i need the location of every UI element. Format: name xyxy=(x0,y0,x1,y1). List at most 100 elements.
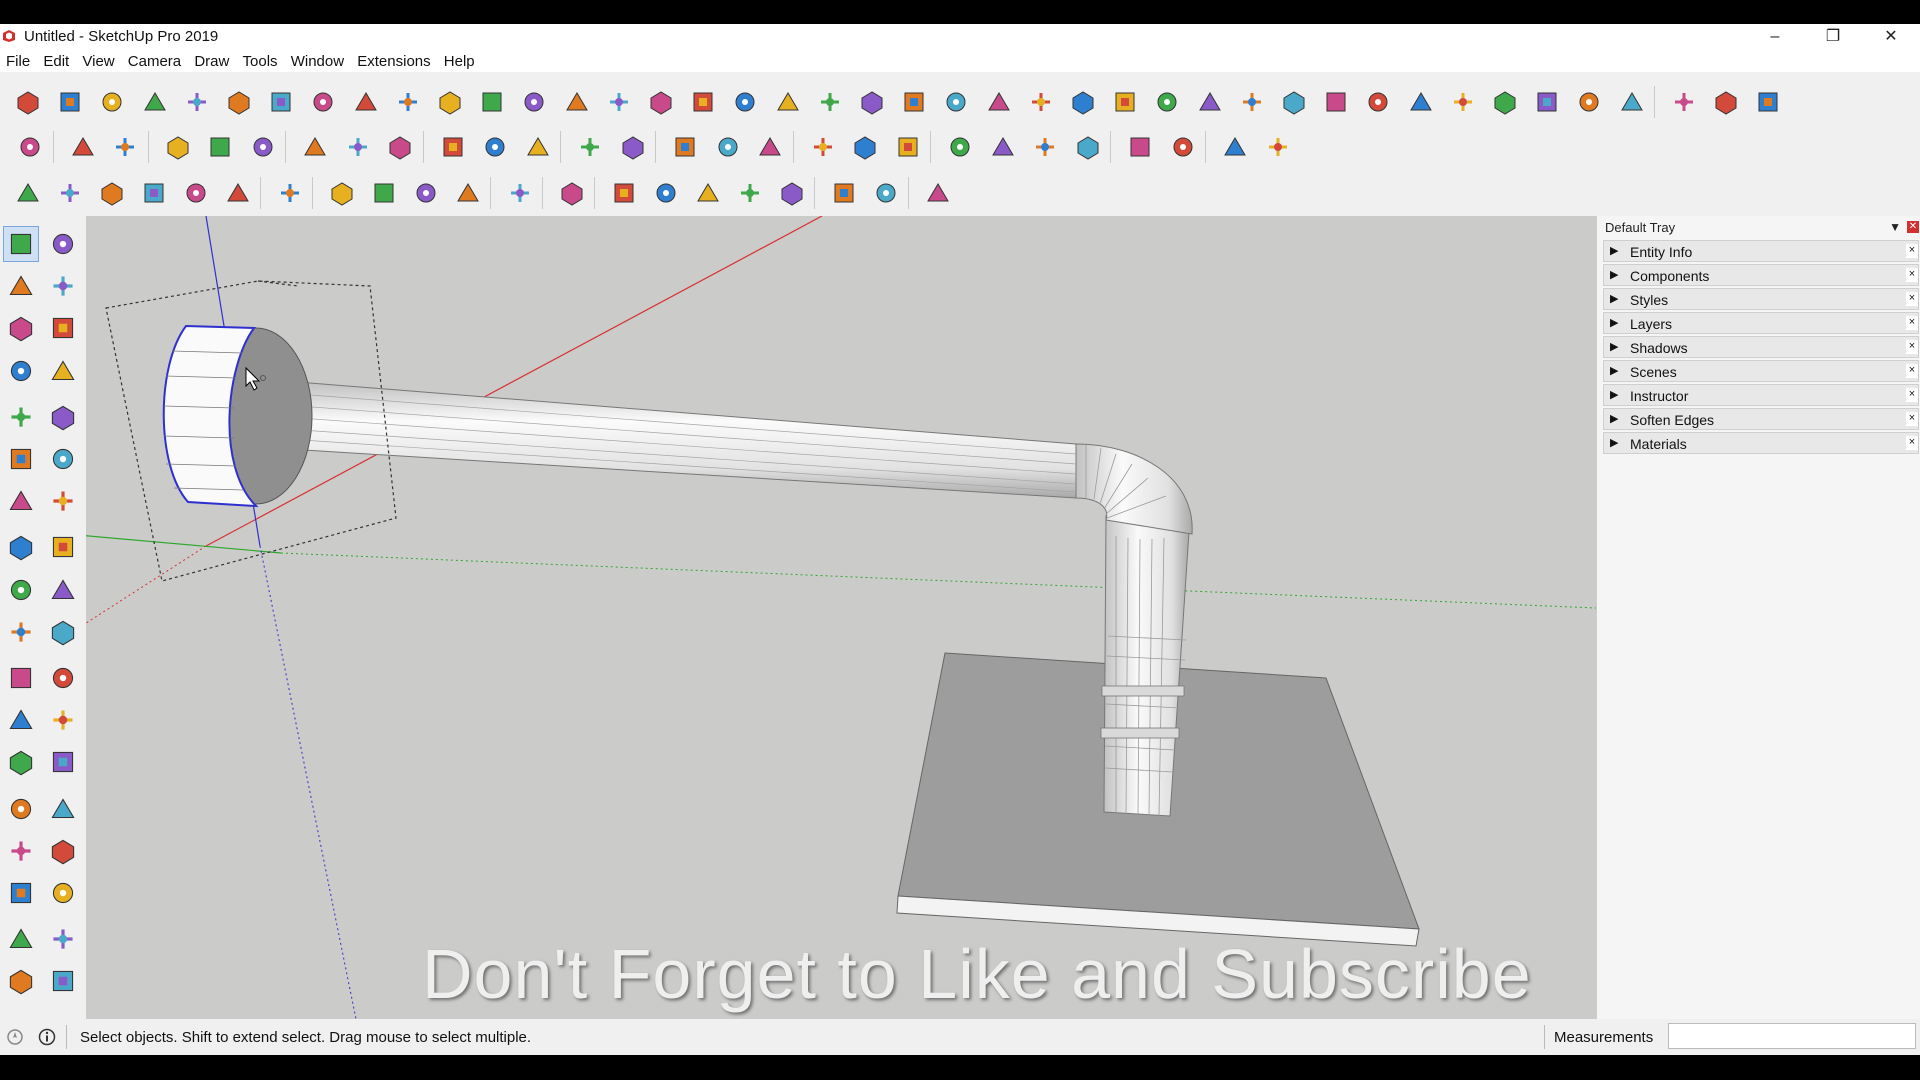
two-point-arc-button[interactable] xyxy=(46,442,80,476)
toolbar2-button-20[interactable] xyxy=(944,131,976,163)
toolbar1-button-12[interactable] xyxy=(518,86,550,118)
toolbar1-button-3[interactable] xyxy=(139,86,171,118)
toolbar3-button-14[interactable] xyxy=(650,177,682,209)
toolbar3-button-5[interactable] xyxy=(222,177,254,209)
toolbar3-button-1[interactable] xyxy=(54,177,86,209)
menu-window[interactable]: Window xyxy=(291,50,344,70)
toolbar3-button-16[interactable] xyxy=(734,177,766,209)
toolbar3-button-10[interactable] xyxy=(452,177,484,209)
panel-close-icon[interactable]: × xyxy=(1906,268,1918,282)
toolbar3-button-11[interactable] xyxy=(504,177,536,209)
tray-panel-shadows[interactable]: ▶ Shadows × xyxy=(1603,336,1919,358)
toolbar2-button-27[interactable] xyxy=(1262,131,1294,163)
menu-help[interactable]: Help xyxy=(444,50,475,70)
modeling-viewport[interactable]: Don't Forget to Like and Subscribe xyxy=(86,216,1596,1019)
position-camera-button[interactable] xyxy=(4,922,38,956)
toolbar2-button-4[interactable] xyxy=(204,131,236,163)
expand-arrow-icon[interactable]: ▶ xyxy=(1610,436,1618,449)
toolbar1-button-32[interactable] xyxy=(1362,86,1394,118)
toolbar3-button-6[interactable] xyxy=(274,177,306,209)
freehand-tool-button[interactable] xyxy=(46,311,80,345)
wall-flange-cylinder[interactable] xyxy=(162,324,313,508)
eraser-button[interactable] xyxy=(46,269,80,303)
protractor-button[interactable] xyxy=(4,703,38,737)
component-tool-button[interactable] xyxy=(46,227,80,261)
3d-text-button[interactable] xyxy=(46,745,80,779)
menu-camera[interactable]: Camera xyxy=(128,50,181,70)
rotated-rectangle-button[interactable] xyxy=(46,354,80,388)
panel-close-icon[interactable]: × xyxy=(1906,244,1918,258)
pan-tool-button[interactable] xyxy=(46,792,80,826)
push-pull-button[interactable] xyxy=(46,530,80,564)
toolbar2-button-10[interactable] xyxy=(479,131,511,163)
text-tool-button[interactable] xyxy=(46,703,80,737)
toolbar2-button-17[interactable] xyxy=(807,131,839,163)
move-tool-button[interactable] xyxy=(4,530,38,564)
expand-arrow-icon[interactable]: ▶ xyxy=(1610,412,1618,425)
toolbar2-button-3[interactable] xyxy=(162,131,194,163)
toolbar2-button-26[interactable] xyxy=(1219,131,1251,163)
zoom-tool-button[interactable] xyxy=(4,834,38,868)
toolbar1-button-29[interactable] xyxy=(1236,86,1268,118)
toolbar1-button-0[interactable] xyxy=(12,86,44,118)
toolbar1-button-8[interactable] xyxy=(350,86,382,118)
toolbar2-button-11[interactable] xyxy=(522,131,554,163)
toolbar1-button-18[interactable] xyxy=(772,86,804,118)
line-tool-button[interactable] xyxy=(4,311,38,345)
toolbar1-button-22[interactable] xyxy=(940,86,972,118)
toolbar1-button-31[interactable] xyxy=(1320,86,1352,118)
toolbar1-button-4[interactable] xyxy=(181,86,213,118)
toolbar1-button-13[interactable] xyxy=(561,86,593,118)
toolbar1-button-20[interactable] xyxy=(856,86,888,118)
axes-tool-button[interactable] xyxy=(4,745,38,779)
expand-arrow-icon[interactable]: ▶ xyxy=(1610,244,1618,257)
toolbar2-button-14[interactable] xyxy=(669,131,701,163)
expand-arrow-icon[interactable]: ▶ xyxy=(1610,268,1618,281)
toolbar1-button-10[interactable] xyxy=(434,86,466,118)
toolbar1-button-14[interactable] xyxy=(603,86,635,118)
expand-arrow-icon[interactable]: ▶ xyxy=(1610,388,1618,401)
pie-tool-button[interactable] xyxy=(46,484,80,518)
toolbar1-button-27[interactable] xyxy=(1151,86,1183,118)
toolbar1-button-40[interactable] xyxy=(1710,86,1742,118)
toolbar2-button-25[interactable] xyxy=(1167,131,1199,163)
toolbar1-button-38[interactable] xyxy=(1616,86,1648,118)
toolbar3-button-18[interactable] xyxy=(828,177,860,209)
menu-edit[interactable]: Edit xyxy=(43,50,69,70)
offset-tool-button[interactable] xyxy=(46,615,80,649)
panel-close-icon[interactable]: × xyxy=(1906,316,1918,330)
toolbar1-button-30[interactable] xyxy=(1278,86,1310,118)
section-plane-button[interactable] xyxy=(46,964,80,998)
toolbar2-button-6[interactable] xyxy=(299,131,331,163)
toolbar3-button-20[interactable] xyxy=(922,177,954,209)
paint-bucket-button[interactable] xyxy=(4,269,38,303)
toolbar1-button-34[interactable] xyxy=(1447,86,1479,118)
expand-arrow-icon[interactable]: ▶ xyxy=(1610,340,1618,353)
rotate-tool-button[interactable] xyxy=(4,573,38,607)
menu-view[interactable]: View xyxy=(82,50,114,70)
toolbar2-button-16[interactable] xyxy=(754,131,786,163)
toolbar1-button-39[interactable] xyxy=(1668,86,1700,118)
panel-close-icon[interactable]: × xyxy=(1906,292,1918,306)
walk-tool-button[interactable] xyxy=(4,964,38,998)
orbit-tool-button[interactable] xyxy=(4,792,38,826)
menu-extensions[interactable]: Extensions xyxy=(357,50,430,70)
zoom-window-button[interactable] xyxy=(46,834,80,868)
expand-arrow-icon[interactable]: ▶ xyxy=(1610,316,1618,329)
toolbar1-button-25[interactable] xyxy=(1067,86,1099,118)
pin-icon[interactable]: ▼ xyxy=(1889,220,1901,234)
toolbar2-button-18[interactable] xyxy=(849,131,881,163)
toolbar3-button-17[interactable] xyxy=(776,177,808,209)
toolbar3-button-2[interactable] xyxy=(96,177,128,209)
toolbar2-button-19[interactable] xyxy=(892,131,924,163)
toolbar3-button-3[interactable] xyxy=(138,177,170,209)
toolbar1-button-1[interactable] xyxy=(54,86,86,118)
toolbar3-button-19[interactable] xyxy=(870,177,902,209)
minimize-button[interactable]: – xyxy=(1752,24,1798,50)
toolbar1-button-35[interactable] xyxy=(1489,86,1521,118)
three-point-arc-button[interactable] xyxy=(4,484,38,518)
previous-view-button[interactable] xyxy=(46,876,80,910)
tray-panel-styles[interactable]: ▶ Styles × xyxy=(1603,288,1919,310)
toolbar1-button-19[interactable] xyxy=(814,86,846,118)
toolbar2-button-5[interactable] xyxy=(247,131,279,163)
